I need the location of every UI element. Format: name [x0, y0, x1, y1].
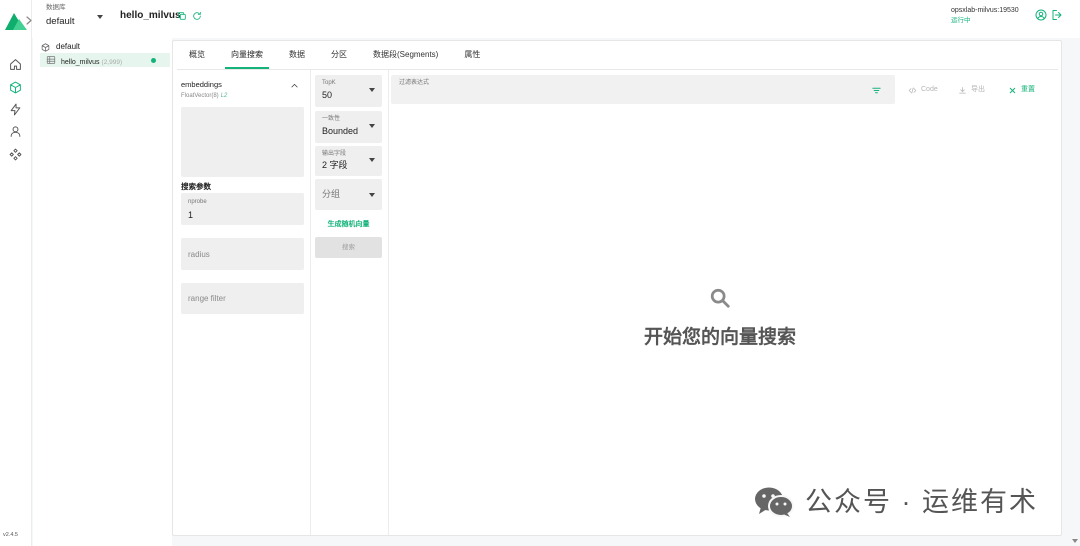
generate-random-vector-button[interactable]: 生成随机向量	[315, 221, 382, 229]
reset-button[interactable]: 重置	[1008, 85, 1035, 95]
export-button[interactable]: 导出	[958, 85, 985, 95]
code-icon	[908, 86, 917, 95]
vector-input[interactable]	[181, 107, 304, 177]
database-select[interactable]: 数据库 default	[40, 2, 112, 34]
cube-icon	[10, 81, 21, 94]
filter-icon[interactable]	[871, 85, 882, 96]
chevron-up-icon[interactable]	[290, 81, 299, 90]
code-button-label: Code	[921, 86, 938, 93]
filter-expression-label: 过滤表达式	[399, 79, 430, 86]
tree-database-node[interactable]: default	[33, 41, 172, 52]
column-divider	[310, 70, 311, 535]
caret-down-icon	[369, 192, 375, 197]
collection-panel: 概览 向量搜索 数据 分区 数据段(Segments) 属性 embedding…	[172, 40, 1062, 536]
refresh-icon[interactable]	[192, 11, 202, 21]
database-select-value: default	[46, 15, 75, 27]
tab-overview[interactable]: 概览	[176, 41, 218, 69]
network-icon	[9, 148, 22, 161]
filter-expression-field[interactable]: 过滤表达式	[391, 75, 895, 104]
nprobe-input[interactable]	[188, 209, 287, 221]
topk-select[interactable]: TopK 50	[315, 75, 382, 107]
output-fields-select[interactable]: 输出字段 2 字段	[315, 146, 382, 176]
vector-field-type: FloatVector(8)	[181, 93, 219, 99]
top-header: 数据库 default hello_milvus opsxlab-milvus:…	[32, 0, 1080, 38]
scroll-down-arrow[interactable]	[1072, 539, 1078, 543]
close-icon	[1008, 86, 1017, 95]
column-divider	[388, 70, 389, 535]
tab-properties[interactable]: 属性	[451, 41, 493, 69]
tree-database-label: default	[56, 42, 81, 51]
nav-search[interactable]	[5, 99, 26, 120]
server-status: 运行中	[951, 17, 971, 24]
consistency-value: Bounded	[322, 126, 359, 136]
server-address: opsxlab-milvus:19530	[951, 7, 1019, 14]
reset-button-label: 重置	[1021, 86, 1035, 93]
nprobe-field[interactable]: nprobe	[181, 193, 304, 225]
search-icon	[709, 287, 731, 309]
version-label: v2.4.5	[3, 532, 18, 538]
group-by-placeholder: 分组	[322, 188, 341, 199]
search-button[interactable]: 搜索	[315, 237, 382, 258]
milvus-logo[interactable]	[5, 12, 27, 30]
home-icon	[10, 59, 21, 70]
caret-down-icon	[369, 88, 375, 92]
cube-icon	[41, 43, 50, 52]
group-by-select[interactable]: 分组	[315, 179, 382, 210]
range-filter-field[interactable]	[181, 283, 304, 314]
tab-segments[interactable]: 数据段(Segments)	[360, 41, 451, 69]
topk-label: TopK	[322, 80, 336, 86]
empty-state-text: 开始您的向量搜索	[643, 327, 796, 348]
code-button[interactable]: Code	[908, 85, 938, 95]
database-tree: default hello_milvus (2,999)	[33, 38, 172, 546]
copy-icon[interactable]	[177, 11, 187, 21]
logout-icon[interactable]	[1051, 9, 1063, 21]
tree-collection-text: hello_milvus (2,999)	[61, 53, 122, 70]
consistency-label: 一致性	[322, 116, 341, 122]
nav-databases[interactable]	[5, 77, 26, 98]
tab-vector-search[interactable]: 向量搜索	[218, 41, 276, 69]
nav-users[interactable]	[5, 121, 26, 142]
radius-field[interactable]	[181, 238, 304, 270]
radius-input[interactable]	[181, 238, 304, 270]
caret-down-icon	[97, 15, 103, 19]
wechat-icon	[754, 486, 794, 518]
tab-bar: 概览 向量搜索 数据 分区 数据段(Segments) 属性	[176, 41, 493, 69]
output-fields-label: 输出字段	[322, 150, 347, 157]
vector-field-name: embeddings	[181, 80, 222, 89]
vector-field-metric: L2	[220, 93, 228, 99]
tree-collection-count: (2,999)	[101, 59, 123, 66]
nav-home[interactable]	[5, 54, 26, 75]
lightning-icon	[10, 103, 21, 116]
tab-data[interactable]: 数据	[276, 41, 318, 69]
topk-value: 50	[322, 90, 333, 100]
loaded-status-dot	[151, 57, 156, 63]
caret-down-icon	[369, 124, 375, 128]
download-icon	[958, 86, 967, 95]
table-icon	[46, 55, 56, 65]
nav-system[interactable]	[5, 144, 26, 165]
consistency-select[interactable]: 一致性 Bounded	[315, 111, 382, 143]
vector-field-meta: FloatVector(8) L2	[181, 93, 227, 100]
filter-expression-input[interactable]	[399, 89, 859, 100]
database-select-label: 数据库	[46, 4, 66, 11]
export-button-label: 导出	[971, 86, 985, 93]
tree-collection-node[interactable]: hello_milvus (2,999)	[40, 53, 170, 67]
nprobe-label: nprobe	[188, 199, 207, 205]
collection-title: hello_milvus	[120, 10, 181, 21]
output-fields-value: 2 字段	[322, 160, 348, 170]
range-filter-input[interactable]	[181, 283, 304, 314]
user-icon[interactable]	[1035, 9, 1047, 21]
person-icon	[10, 126, 21, 137]
watermark-text: 公众号 · 运维有术	[805, 487, 1038, 517]
caret-down-icon	[369, 158, 375, 162]
search-params-title: 搜索参数	[181, 182, 211, 191]
tab-partitions[interactable]: 分区	[318, 41, 360, 69]
tree-collection-name: hello_milvus	[61, 59, 100, 66]
nav-rail: v2.4.5	[0, 0, 32, 546]
